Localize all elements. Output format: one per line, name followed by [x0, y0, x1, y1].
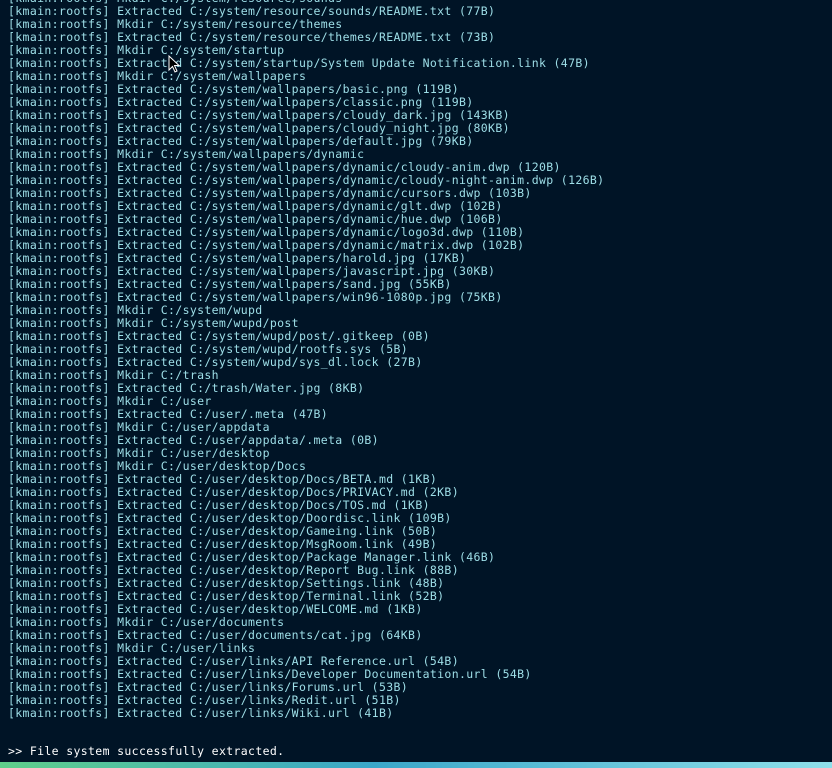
- terminal-line: [kmain:rootfs] Extracted C:/user/links/W…: [8, 706, 394, 720]
- terminal-window[interactable]: [kmain:rootfs] Mkdir C:/system/resource/…: [0, 0, 832, 762]
- taskbar-strip: [0, 762, 832, 768]
- prompt-symbol: >>: [8, 744, 23, 758]
- terminal-log: [kmain:rootfs] Mkdir C:/system/resource/…: [8, 0, 832, 720]
- status-message: File system successfully extracted.: [29, 744, 285, 758]
- mouse-cursor-icon: [168, 55, 180, 73]
- terminal-status-line: >> File system successfully extracted.: [8, 744, 284, 758]
